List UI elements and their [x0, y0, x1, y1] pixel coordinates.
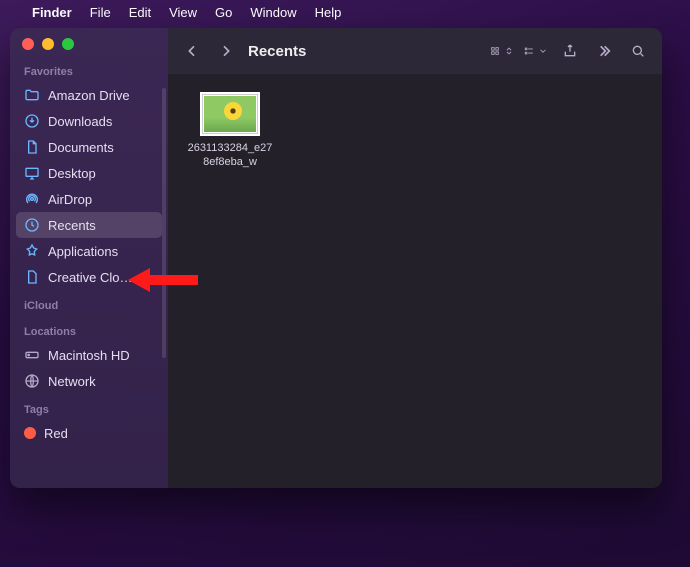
minimize-button[interactable] [42, 38, 54, 50]
folder-icon [24, 87, 40, 103]
menu-file[interactable]: File [90, 5, 111, 20]
sidebar-item-label: Documents [48, 140, 154, 155]
search-button[interactable] [626, 39, 650, 63]
sidebar-item-macintosh-hd[interactable]: Macintosh HD [16, 342, 162, 368]
sidebar-section-tags: Tags [10, 394, 168, 420]
back-button[interactable] [180, 39, 204, 63]
more-button[interactable] [592, 39, 616, 63]
group-by-button[interactable] [524, 39, 548, 63]
sidebar-item-label: Red [44, 426, 154, 441]
finder-window: Favorites Amazon Drive Downloads Documen… [10, 28, 662, 488]
sidebar-item-label: AirDrop [48, 192, 154, 207]
toolbar: Recents [168, 28, 662, 74]
sidebar-item-downloads[interactable]: Downloads [16, 108, 162, 134]
sidebar-section-locations: Locations [10, 316, 168, 342]
globe-icon [24, 373, 40, 389]
sidebar-scrollbar[interactable] [162, 88, 166, 358]
sidebar-item-airdrop[interactable]: AirDrop [16, 186, 162, 212]
sidebar-locations-list: Macintosh HD Network [10, 342, 168, 394]
sidebar-section-icloud: iCloud [10, 290, 168, 316]
sidebar-item-label: Creative Clo… [48, 270, 154, 285]
menu-edit[interactable]: Edit [129, 5, 151, 20]
menubar-app-name[interactable]: Finder [32, 5, 72, 20]
menu-go[interactable]: Go [215, 5, 232, 20]
view-icon-button[interactable] [490, 39, 514, 63]
sidebar-item-creative-cloud[interactable]: Creative Clo… [16, 264, 162, 290]
file-item[interactable]: 2631133284_e27 8ef8eba_w [182, 92, 278, 170]
sidebar-item-network[interactable]: Network [16, 368, 162, 394]
content-area[interactable]: 2631133284_e27 8ef8eba_w [168, 74, 662, 488]
main-panel: Recents 2631133284_e27 [168, 28, 662, 488]
menu-window[interactable]: Window [250, 5, 296, 20]
sidebar-item-label: Recents [48, 218, 154, 233]
close-button[interactable] [22, 38, 34, 50]
sidebar-item-label: Amazon Drive [48, 88, 154, 103]
file-icon [24, 269, 40, 285]
sidebar-tag-red[interactable]: Red [16, 420, 162, 446]
sidebar-item-label: Applications [48, 244, 154, 259]
disk-icon [24, 347, 40, 363]
apps-icon [24, 243, 40, 259]
menu-view[interactable]: View [169, 5, 197, 20]
document-icon [24, 139, 40, 155]
sidebar: Favorites Amazon Drive Downloads Documen… [10, 28, 168, 488]
file-grid: 2631133284_e27 8ef8eba_w [182, 92, 648, 170]
menu-help[interactable]: Help [315, 5, 342, 20]
airdrop-icon [24, 191, 40, 207]
zoom-button[interactable] [62, 38, 74, 50]
sidebar-item-applications[interactable]: Applications [16, 238, 162, 264]
sidebar-item-desktop[interactable]: Desktop [16, 160, 162, 186]
sidebar-section-favorites: Favorites [10, 56, 168, 82]
sidebar-item-documents[interactable]: Documents [16, 134, 162, 160]
sidebar-favorites-list: Amazon Drive Downloads Documents Desktop… [10, 82, 168, 290]
sidebar-tags-list: Red [10, 420, 168, 446]
tag-swatch-icon [24, 427, 36, 439]
menubar: Finder File Edit View Go Window Help [0, 0, 690, 24]
file-thumbnail [200, 92, 260, 136]
forward-button[interactable] [214, 39, 238, 63]
sidebar-item-label: Macintosh HD [48, 348, 154, 363]
sidebar-item-recents[interactable]: Recents [16, 212, 162, 238]
window-title: Recents [248, 43, 306, 60]
sidebar-item-amazon-drive[interactable]: Amazon Drive [16, 82, 162, 108]
desktop-icon [24, 165, 40, 181]
window-controls [10, 28, 168, 56]
share-button[interactable] [558, 39, 582, 63]
file-name: 2631133284_e27 8ef8eba_w [188, 142, 273, 170]
sidebar-item-label: Desktop [48, 166, 154, 181]
clock-icon [24, 217, 40, 233]
sidebar-item-label: Downloads [48, 114, 154, 129]
sidebar-item-label: Network [48, 374, 154, 389]
download-icon [24, 113, 40, 129]
